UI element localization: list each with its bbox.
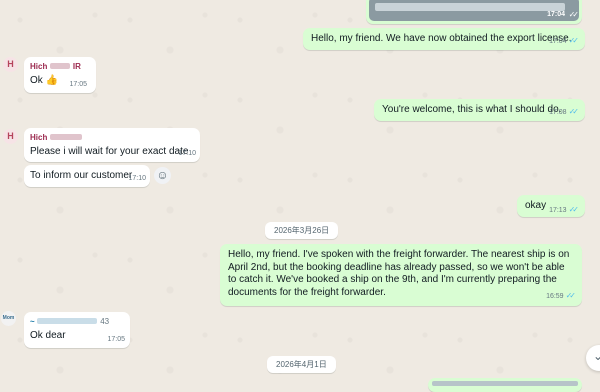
incoming-message[interactable]: Hich IR Ok 👍 17:05 bbox=[24, 57, 96, 93]
date-separator: 2026年4月1日 bbox=[267, 356, 336, 373]
message-time: 17:10 bbox=[128, 175, 146, 182]
scroll-down-button[interactable]: ⌄ bbox=[586, 345, 600, 371]
message-text: Please i will wait for your exact date bbox=[30, 146, 189, 157]
partial-outgoing-message[interactable] bbox=[428, 378, 582, 392]
message-time: 17:08 bbox=[549, 109, 567, 116]
message-text: okay bbox=[525, 200, 547, 211]
attachment-preview bbox=[432, 381, 578, 386]
emoji-smile-icon[interactable]: ☺ bbox=[154, 167, 171, 184]
redacted-name bbox=[50, 63, 71, 70]
message-time: 17:05 bbox=[69, 81, 87, 88]
incoming-message[interactable]: Hich Please i will wait for your exact d… bbox=[24, 128, 200, 162]
outgoing-message[interactable]: okay 17:13 ✓✓ bbox=[517, 195, 585, 217]
message-time: 17:05 bbox=[107, 336, 125, 343]
attachment-time: 17:04 bbox=[547, 11, 565, 18]
message-text: Hello, my friend. We have now obtained t… bbox=[311, 33, 572, 44]
message-text: Hello, my friend. I've spoken with the f… bbox=[228, 249, 570, 298]
outgoing-message[interactable]: You're welcome, this is what I should do… bbox=[374, 99, 585, 121]
message-time: 17:10 bbox=[178, 150, 196, 157]
redacted-name bbox=[50, 134, 83, 141]
avatar[interactable]: Mom bbox=[1, 311, 16, 326]
outgoing-message[interactable]: Hello, my friend. We have now obtained t… bbox=[303, 28, 585, 50]
attachment-message-bubble[interactable]: 17:04 ✓✓ bbox=[366, 0, 582, 24]
redacted-name bbox=[37, 318, 98, 325]
double-check-icon: ✓✓ bbox=[568, 205, 580, 214]
avatar[interactable]: H bbox=[3, 129, 18, 144]
sender-name[interactable]: Hich IR bbox=[30, 61, 90, 72]
attachment-preview[interactable]: 17:04 ✓✓ bbox=[369, 0, 579, 21]
sender-name[interactable]: Hich bbox=[30, 132, 194, 143]
message-text: To inform our customer bbox=[30, 170, 133, 181]
incoming-message[interactable]: To inform our customer 17:10 bbox=[24, 165, 150, 187]
message-time: 17:04 bbox=[549, 38, 567, 45]
double-check-icon: ✓✓ bbox=[568, 107, 580, 116]
incoming-message[interactable]: ~ 43 Ok dear 17:05 bbox=[24, 312, 130, 348]
double-check-icon: ✓✓ bbox=[568, 10, 580, 19]
message-time: 17:13 bbox=[549, 207, 567, 214]
outgoing-message[interactable]: Hello, my friend. I've spoken with the f… bbox=[220, 244, 582, 306]
message-time: 16:59 bbox=[546, 292, 564, 300]
avatar[interactable]: H bbox=[3, 57, 18, 72]
chevron-down-icon: ⌄ bbox=[593, 349, 600, 363]
message-text: You're welcome, this is what I should do… bbox=[382, 104, 562, 115]
sender-name[interactable]: ~ 43 bbox=[30, 316, 124, 327]
date-separator: 2026年3月26日 bbox=[265, 222, 339, 239]
attachment-filename-strip bbox=[375, 3, 565, 11]
double-check-icon: ✓✓ bbox=[565, 290, 577, 300]
double-check-icon: ✓✓ bbox=[568, 36, 580, 45]
